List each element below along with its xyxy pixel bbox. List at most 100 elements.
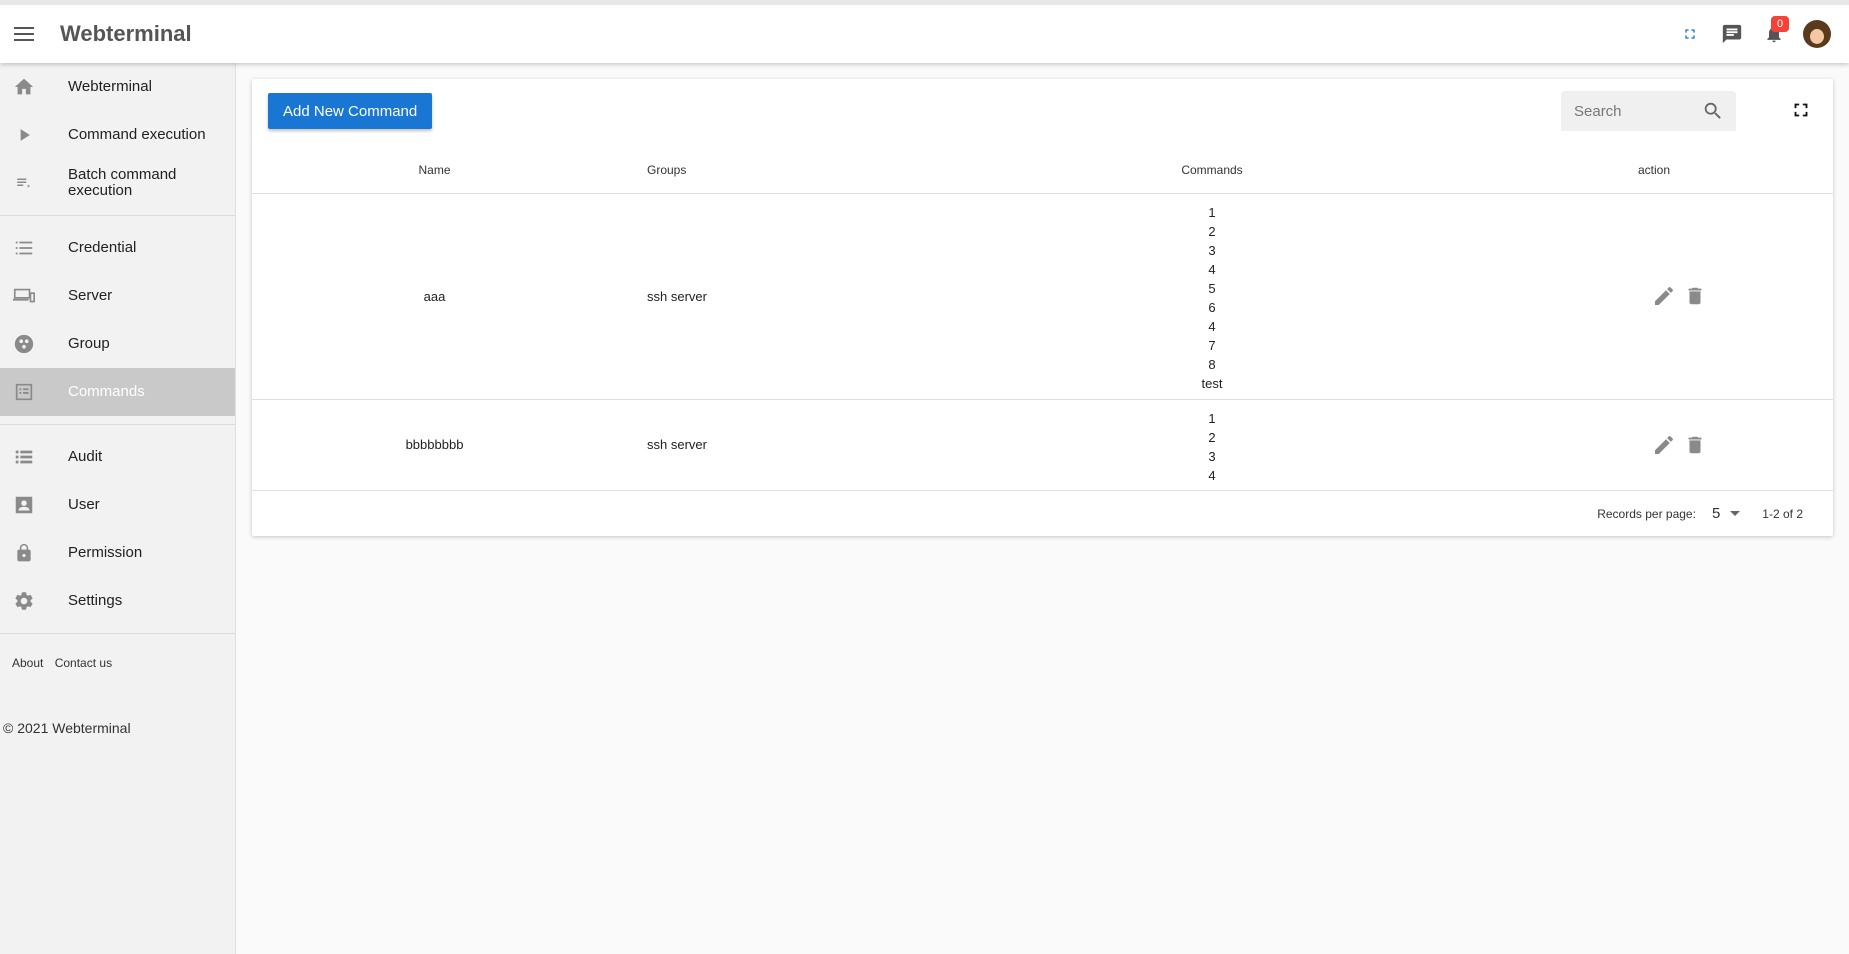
home-icon [12,75,36,99]
command-item: 5 [1208,281,1216,296]
column-header-name[interactable]: Name [252,147,607,194]
sidebar-footer-links: About Contact us [0,656,235,670]
sidebar-item-batch-command-execution[interactable]: Batch command execution [0,159,235,207]
sidebar-item-group[interactable]: Group [0,320,235,368]
cell-commands: 1 2 3 4 [962,399,1462,491]
sidebar-item-label: Command execution [68,126,206,143]
app-bar: Webterminal 0 [0,0,1849,63]
edit-icon[interactable] [1652,284,1676,308]
cell-groups: ssh server [607,399,962,491]
sidebar-item-server[interactable]: Server [0,272,235,320]
sidebar-item-commands[interactable]: Commands [0,368,235,416]
cell-actions [1462,399,1833,491]
cell-groups: ssh server [607,193,962,400]
column-header-action: action [1462,147,1833,194]
command-item: 1 [1208,205,1216,220]
delete-icon[interactable] [1684,285,1706,307]
edit-icon[interactable] [1652,433,1676,457]
sidebar: Webterminal Command execution Batch comm… [0,63,236,954]
command-item: 2 [1208,429,1216,445]
table-row: bbbbbbbb ssh server 1 2 3 4 [252,399,1833,491]
contact-link[interactable]: Contact us [55,656,112,670]
search-box [1561,91,1736,131]
avatar[interactable] [1803,20,1831,48]
play-icon [12,123,36,147]
group-icon [12,332,36,356]
gear-icon [12,589,36,613]
app-title: Webterminal [60,21,192,46]
command-list: 1 2 3 4 5 6 4 7 8 test [962,194,1462,398]
sidebar-item-user[interactable]: User [0,481,235,529]
notifications-icon[interactable]: 0 [1753,13,1795,55]
chat-icon[interactable] [1711,13,1753,55]
records-per-page-value: 5 [1711,505,1721,522]
sidebar-item-label: Webterminal [68,78,152,95]
sidebar-item-label: Group [68,335,110,352]
sidebar-group-admin: Audit User Permission Settings [0,433,235,625]
command-item: 2 [1208,224,1216,239]
divider [0,215,235,216]
about-link[interactable]: About [12,656,43,670]
page-range: 1-2 of 2 [1762,506,1803,521]
cell-name: bbbbbbbb [252,399,607,491]
add-command-button[interactable]: Add New Command [268,93,433,129]
sidebar-item-label: Permission [68,544,143,561]
search-input[interactable] [1561,91,1701,131]
cell-name: aaa [252,193,607,400]
command-item: 3 [1208,448,1216,464]
command-item: 1 [1208,410,1216,426]
sidebar-item-credential[interactable]: Credential [0,224,235,272]
playlist-icon [12,171,36,195]
command-item: 8 [1208,357,1216,372]
sidebar-group-main: Webterminal Command execution Batch comm… [0,63,235,207]
commands-table-card: Add New Command Name Groups Commands act… [252,79,1833,536]
sidebar-item-webterminal[interactable]: Webterminal [0,63,235,111]
sidebar-item-label: Commands [68,383,145,400]
records-per-page-select[interactable]: 5 [1711,505,1741,522]
table-row: aaa ssh server 1 2 3 4 5 6 4 7 8 test [252,193,1833,400]
sidebar-item-label: Batch command execution [68,166,177,199]
table-fullscreen-icon[interactable] [1790,99,1812,126]
sidebar-item-permission[interactable]: Permission [0,529,235,577]
sidebar-item-label: Credential [68,239,137,256]
cell-actions [1462,193,1833,400]
sidebar-item-label: Server [68,287,113,304]
records-per-page-label: Records per page: [1597,506,1696,521]
sidebar-group-resources: Credential Server Group Commands [0,224,235,416]
sidebar-item-label: User [68,496,100,513]
command-item: test [1201,376,1223,391]
column-header-groups[interactable]: Groups [607,147,962,194]
divider [0,424,235,425]
sidebar-item-audit[interactable]: Audit [0,433,235,481]
command-item: 3 [1208,243,1216,258]
command-list: 1 2 3 4 [962,400,1462,490]
search-icon[interactable] [1702,100,1724,127]
chevron-down-icon [1730,511,1741,516]
table-header-row: Name Groups Commands action [252,147,1833,194]
menu-icon[interactable] [12,22,36,46]
divider [0,633,235,634]
sidebar-item-label: Settings [68,592,123,609]
command-item: 6 [1208,300,1216,315]
copyright: © 2021 Webterminal [3,720,131,736]
fullscreen-icon[interactable] [1669,13,1711,55]
list-icon [12,236,36,260]
cell-commands: 1 2 3 4 5 6 4 7 8 test [962,193,1462,400]
column-header-commands[interactable]: Commands [962,147,1462,194]
command-item: 4 [1208,262,1216,277]
delete-icon[interactable] [1684,434,1706,456]
notification-badge: 0 [1771,16,1789,32]
devices-icon [12,284,36,308]
sidebar-item-command-execution[interactable]: Command execution [0,111,235,159]
user-icon [12,493,36,517]
lock-icon [12,541,36,565]
header-actions: 0 [1669,5,1849,63]
commands-icon [12,380,36,404]
sidebar-item-label: Audit [68,448,103,465]
commands-table: Name Groups Commands action aaa ssh serv… [252,147,1833,491]
command-item: 4 [1208,467,1216,483]
pagination: Records per page: 5 1-2 of 2 [1597,505,1803,522]
sidebar-item-settings[interactable]: Settings [0,577,235,625]
command-item: 4 [1208,319,1216,334]
command-item: 7 [1208,338,1216,353]
